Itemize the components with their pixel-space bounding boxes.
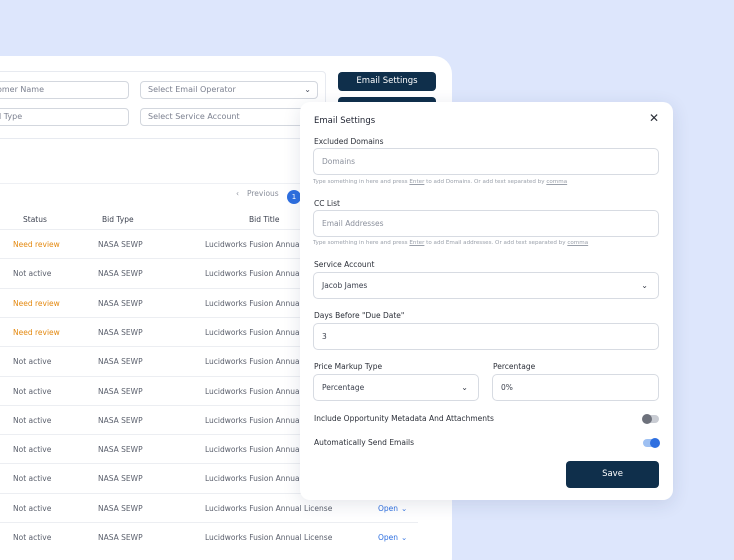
modal-title: Email Settings bbox=[314, 116, 376, 126]
cc-list-label: CC List bbox=[314, 199, 340, 208]
status-cell: Not active bbox=[13, 533, 52, 542]
status-cell: Not active bbox=[13, 474, 52, 484]
include-metadata-toggle[interactable] bbox=[642, 414, 659, 424]
email-settings-button[interactable]: Email Settings bbox=[338, 72, 436, 91]
bid-type-cell: NASA SEWP bbox=[98, 327, 143, 337]
excluded-domains-label: Excluded Domains bbox=[314, 137, 384, 146]
status-cell: Not active bbox=[13, 357, 52, 367]
days-before-label: Days Before "Due Date" bbox=[314, 311, 405, 320]
chevron-down-icon: ⌄ bbox=[461, 383, 468, 392]
chevron-down-icon: ⌄ bbox=[304, 85, 311, 94]
service-account-select[interactable]: Jacob James ⌄ bbox=[313, 272, 659, 299]
open-action[interactable]: Open bbox=[378, 504, 398, 513]
price-markup-label: Price Markup Type bbox=[314, 362, 383, 371]
status-cell: Need review bbox=[13, 327, 60, 337]
bid-type-cell: NASA SEWP bbox=[98, 386, 143, 396]
email-settings-modal: Email Settings ✕ Excluded Domains Domain… bbox=[300, 102, 673, 500]
bid-type-cell: NASA SEWP bbox=[98, 503, 143, 513]
pager-previous[interactable]: Previous bbox=[247, 189, 279, 198]
cc-list-input[interactable]: Email Addresses bbox=[313, 210, 659, 237]
include-metadata-label: Include Opportunity Metadata And Attachm… bbox=[314, 414, 494, 423]
bid-type-cell: NASA SEWP bbox=[98, 474, 143, 484]
auto-send-toggle[interactable] bbox=[643, 438, 660, 448]
price-markup-select[interactable]: Percentage ⌄ bbox=[313, 374, 479, 401]
status-cell: Not active bbox=[13, 503, 52, 513]
email-operator-placeholder: Select Email Operator bbox=[148, 85, 236, 94]
bid-type-cell: NASA SEWP bbox=[98, 298, 143, 308]
bid-type-cell: NASA SEWP bbox=[98, 533, 143, 542]
bid-type-cell: NASA SEWP bbox=[98, 445, 143, 455]
filter-panel: Customer Name Select Email Operator ⌄ Em… bbox=[0, 71, 326, 139]
column-header-bid-type[interactable]: Bid Type bbox=[102, 215, 134, 224]
prev-chevron-icon[interactable]: ‹ bbox=[236, 189, 239, 198]
status-cell: Not active bbox=[13, 445, 52, 455]
table-row[interactable]: Not active NASA SEWP Lucidworks Fusion Ann… bbox=[0, 522, 418, 551]
email-operator-select[interactable]: Select Email Operator ⌄ bbox=[140, 81, 318, 99]
percentage-input[interactable]: 0% bbox=[492, 374, 659, 401]
toggle-knob bbox=[642, 414, 652, 424]
bid-title-cell: Lucidworks Fusion Annual License bbox=[205, 533, 333, 542]
cc-list-help: Type something in here and press Enter t… bbox=[313, 240, 589, 246]
service-account-select[interactable]: Select Service Account bbox=[140, 108, 318, 126]
excluded-domains-help: Type something in here and press Enter t… bbox=[313, 179, 568, 185]
pager-current-page[interactable]: 1 bbox=[287, 190, 301, 204]
bid-type-cell: NASA SEWP bbox=[98, 415, 143, 425]
status-cell: Need review bbox=[13, 298, 60, 308]
open-action[interactable]: Open bbox=[378, 533, 398, 542]
days-before-input[interactable]: 3 bbox=[313, 323, 659, 350]
bid-title-cell: Lucidworks Fusion Annual License bbox=[205, 503, 333, 513]
status-cell: Not active bbox=[13, 415, 52, 425]
close-icon[interactable]: ✕ bbox=[649, 111, 659, 125]
percentage-label: Percentage bbox=[493, 362, 536, 371]
chevron-down-icon: ⌄ bbox=[401, 503, 408, 513]
email-type-select[interactable]: Email Type bbox=[0, 108, 129, 126]
chevron-down-icon: ⌄ bbox=[641, 281, 648, 290]
excluded-domains-input[interactable]: Domains bbox=[313, 148, 659, 175]
customer-name-input[interactable]: Customer Name bbox=[0, 81, 129, 99]
service-account-label: Service Account bbox=[314, 260, 375, 269]
bid-type-cell: NASA SEWP bbox=[98, 357, 143, 367]
bid-type-cell: NASA SEWP bbox=[98, 240, 143, 249]
status-cell: Not active bbox=[13, 269, 52, 279]
price-markup-value: Percentage bbox=[322, 383, 365, 392]
bid-type-cell: NASA SEWP bbox=[98, 269, 143, 279]
status-cell: Not active bbox=[13, 386, 52, 396]
service-account-value: Jacob James bbox=[322, 281, 368, 290]
column-header-status[interactable]: Status bbox=[23, 215, 47, 224]
toggle-knob bbox=[650, 438, 660, 448]
status-cell: Need review bbox=[13, 240, 60, 249]
auto-send-label: Automatically Send Emails bbox=[314, 438, 415, 447]
chevron-down-icon: ⌄ bbox=[401, 533, 408, 542]
save-button[interactable]: Save bbox=[566, 461, 659, 488]
column-header-bid-title[interactable]: Bid Title bbox=[249, 215, 279, 224]
